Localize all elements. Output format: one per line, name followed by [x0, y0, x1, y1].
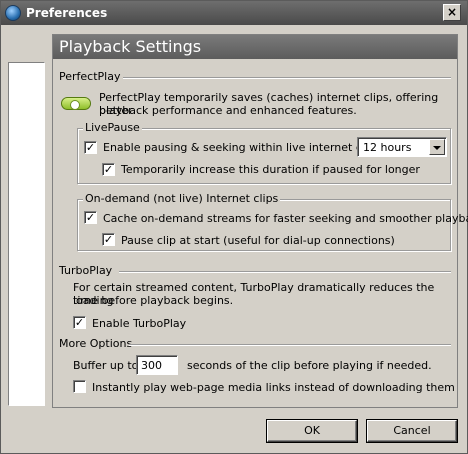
instant-play-label: Instantly play web-page media links inst…	[92, 381, 455, 394]
ok-button[interactable]: OK	[267, 420, 357, 442]
page-title: Playback Settings	[53, 35, 457, 59]
livepause-increase-label: Temporarily increase this duration if pa…	[121, 163, 420, 176]
check-icon: ✓	[85, 211, 96, 224]
check-icon: ✓	[103, 163, 114, 176]
perfectplay-description-line2: playback performance and enhanced featur…	[99, 104, 357, 117]
section-divider	[123, 77, 451, 79]
section-more-options-label: More Options	[59, 337, 133, 350]
livepause-enable-label: Enable pausing & seeking within live int…	[103, 141, 400, 154]
buffer-suffix-label: seconds of the clip before playing if ne…	[187, 359, 432, 372]
section-divider	[119, 271, 451, 273]
cancel-button[interactable]: Cancel	[367, 420, 457, 442]
section-turboplay-label: TurboPlay	[59, 264, 113, 277]
check-icon: ✓	[85, 141, 96, 154]
window-title: Preferences	[26, 6, 108, 20]
title-bar[interactable]: Preferences ×	[1, 1, 467, 25]
livepause-increase-checkbox[interactable]: ✓	[102, 163, 115, 176]
section-divider	[129, 344, 451, 346]
check-icon: ✓	[74, 316, 85, 329]
category-list[interactable]	[8, 62, 45, 406]
buffer-prefix-label: Buffer up to	[73, 359, 139, 372]
turboplay-enable-label: Enable TurboPlay	[92, 317, 187, 330]
ondemand-pause-checkbox[interactable]: ✓	[102, 233, 115, 246]
close-button[interactable]: ×	[443, 4, 461, 21]
livepause-enable-checkbox[interactable]: ✓	[84, 141, 97, 154]
turboplay-description-line2: time before playback begins.	[73, 294, 234, 307]
turboplay-enable-checkbox[interactable]: ✓	[73, 316, 86, 329]
app-logo-icon	[5, 5, 21, 21]
ondemand-group-label: On-demand (not live) Internet clips	[83, 192, 281, 205]
check-icon: ✓	[103, 233, 114, 246]
chevron-down-icon[interactable]	[429, 139, 445, 155]
ondemand-cache-label: Cache on-demand streams for faster seeki…	[103, 212, 468, 225]
buffer-seconds-input[interactable]	[136, 355, 178, 375]
ondemand-cache-checkbox[interactable]: ✓	[84, 211, 97, 224]
section-perfectplay-label: PerfectPlay	[59, 70, 121, 83]
preferences-window: Preferences × Playback Settings PerfectP…	[0, 0, 468, 454]
instant-play-checkbox[interactable]	[73, 380, 86, 393]
livepause-duration-select[interactable]: 12 hours	[357, 137, 447, 157]
livepause-group-label: LivePause	[83, 121, 142, 134]
toggle-switch-icon	[61, 97, 91, 110]
settings-panel: Playback Settings PerfectPlay PerfectPla…	[52, 34, 468, 408]
ondemand-pause-label: Pause clip at start (useful for dial-up …	[121, 234, 395, 247]
livepause-duration-value: 12 hours	[363, 141, 412, 154]
